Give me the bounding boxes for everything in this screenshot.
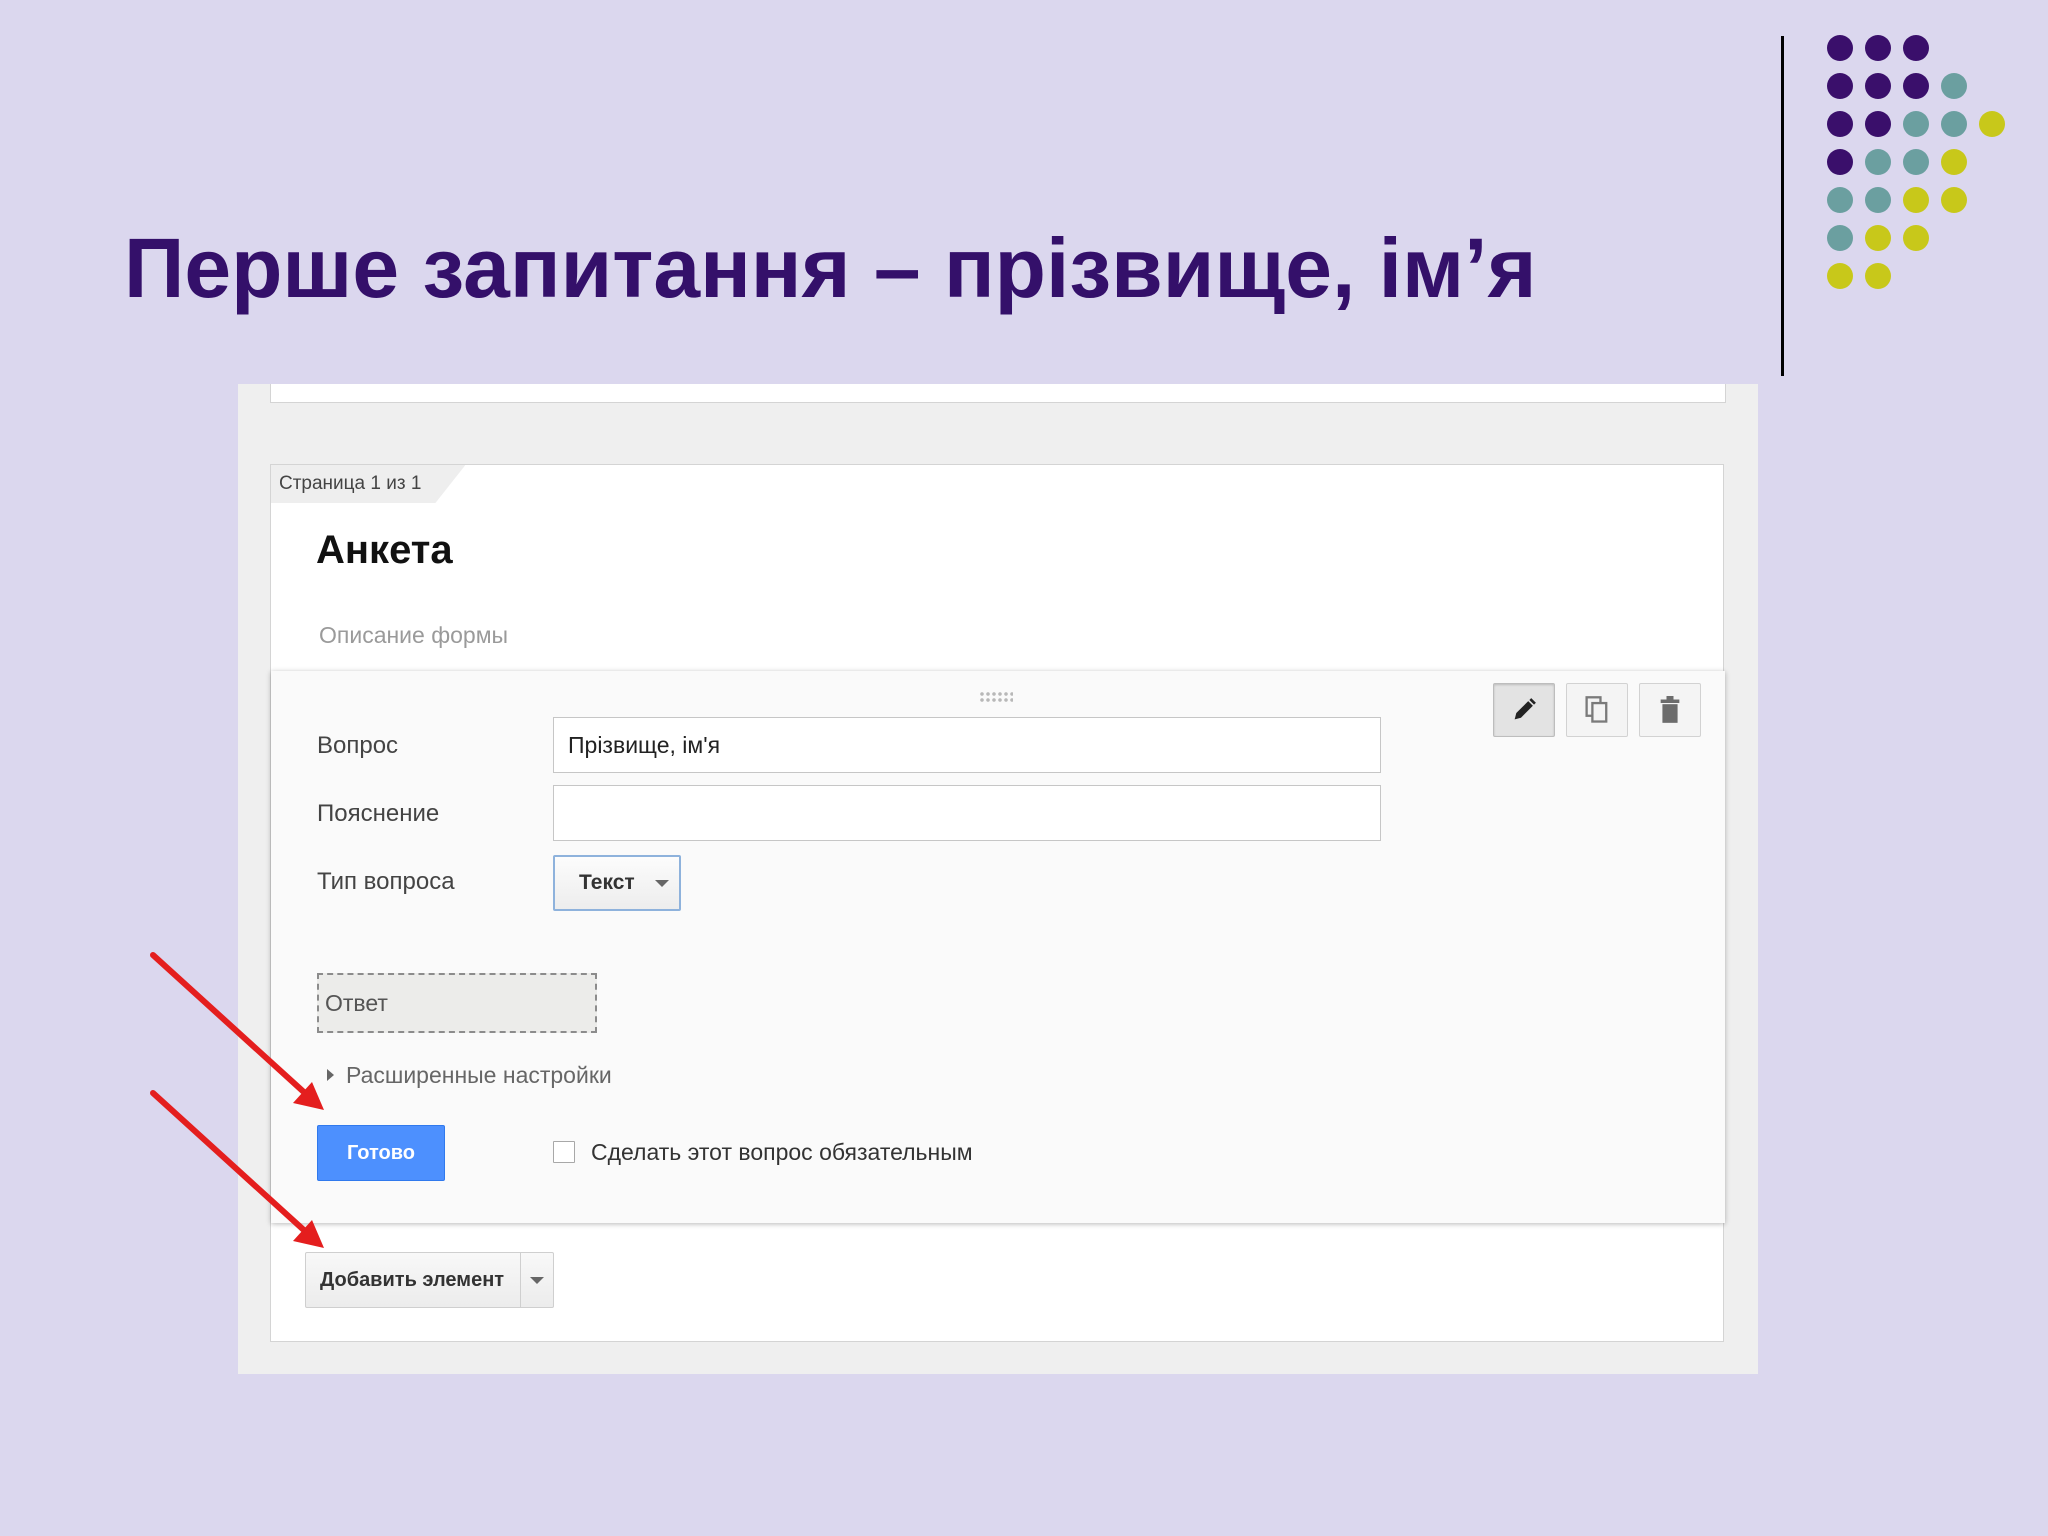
decorative-dot [1827, 35, 1853, 61]
pencil-icon [1514, 698, 1536, 720]
answer-preview-field: Ответ [317, 973, 597, 1033]
form-card: Страница 1 из 1 Анкета Описание формы Во… [270, 464, 1725, 1342]
add-item-button-group: Добавить элемент [305, 1252, 555, 1308]
decorative-dot [1903, 35, 1929, 61]
advanced-settings-toggle[interactable]: Расширенные настройки [327, 1059, 612, 1091]
chevron-down-icon [655, 880, 669, 887]
decorative-dot [1865, 149, 1891, 175]
decorative-dot [1941, 111, 1967, 137]
edit-question-button[interactable] [1493, 683, 1555, 737]
decorative-dot [1865, 111, 1891, 137]
decorative-dot [1941, 73, 1967, 99]
form-title[interactable]: Анкета [316, 525, 453, 575]
required-checkbox-label: Сделать этот вопрос обязательным [591, 1139, 973, 1165]
decorative-dot [1827, 111, 1853, 137]
decorative-dot [1903, 225, 1929, 251]
decorative-dot [1903, 187, 1929, 213]
hint-label: Пояснение [317, 800, 440, 827]
question-type-select[interactable]: Текст [553, 855, 681, 911]
decorative-dot [1865, 73, 1891, 99]
decorative-dot [1827, 73, 1853, 99]
dots-decoration [0, 0, 2048, 320]
decorative-dot [1827, 187, 1853, 213]
hint-input[interactable] [553, 785, 1381, 841]
decorative-dot [1903, 73, 1929, 99]
form-editor-screenshot: Страница 1 из 1 Анкета Описание формы Во… [238, 384, 1758, 1374]
question-type-label: Тип вопроса [317, 868, 455, 895]
decorative-dot [1865, 225, 1891, 251]
trash-icon [1660, 696, 1680, 723]
decorative-dot [1865, 263, 1891, 289]
required-question-option[interactable]: Сделать этот вопрос обязательным [553, 1137, 973, 1167]
decorative-dot [1903, 149, 1929, 175]
decorative-dot [1979, 111, 2005, 137]
question-label: Вопрос [317, 732, 399, 759]
duplicate-question-button[interactable] [1566, 683, 1628, 737]
page-indicator-tab: Страница 1 из 1 [271, 465, 465, 503]
form-description-field[interactable]: Описание формы [319, 620, 508, 650]
add-item-dropdown-button[interactable] [521, 1253, 553, 1307]
required-checkbox[interactable] [553, 1141, 575, 1163]
previous-card-edge [270, 384, 1726, 403]
decorative-dot [1941, 149, 1967, 175]
question-title-input[interactable]: Прізвище, ім'я [553, 717, 1381, 773]
question-type-value: Текст [579, 871, 635, 894]
decorative-dot [1865, 35, 1891, 61]
copy-icon [1585, 696, 1608, 723]
decorative-dot [1827, 263, 1853, 289]
decorative-dot [1827, 149, 1853, 175]
drag-handle-icon[interactable] [979, 691, 1013, 703]
chevron-down-icon [530, 1277, 545, 1284]
decorative-dot [1941, 187, 1967, 213]
delete-question-button[interactable] [1639, 683, 1701, 737]
decorative-dot [1827, 225, 1853, 251]
advanced-settings-label: Расширенные настройки [346, 1062, 612, 1088]
decorative-dot [1903, 111, 1929, 137]
expand-arrow-icon [327, 1069, 334, 1081]
question-edit-panel: Вопрос Прізвище, ім'я Пояснение Тип вопр… [271, 671, 1725, 1223]
decorative-dot [1865, 187, 1891, 213]
done-button[interactable]: Готово [317, 1125, 445, 1181]
add-item-button[interactable]: Добавить элемент [306, 1253, 522, 1307]
